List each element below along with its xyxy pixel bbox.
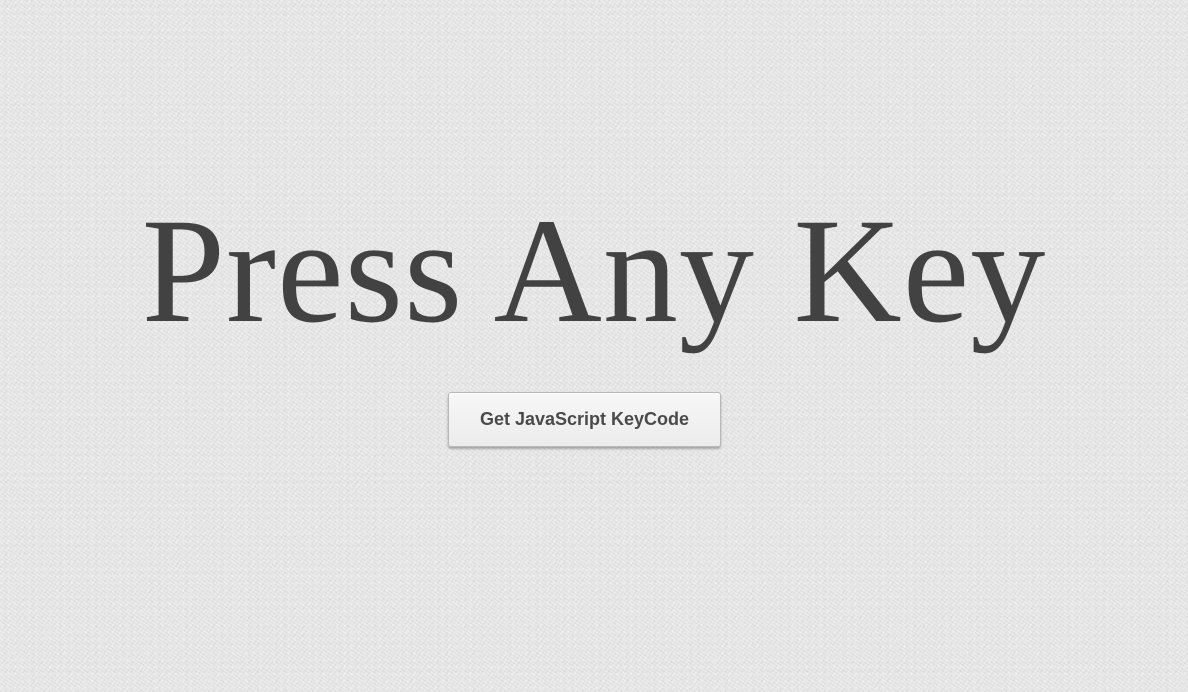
page: Press Any Key Get JavaScript KeyCode: [0, 0, 1188, 692]
get-keycode-button[interactable]: Get JavaScript KeyCode: [448, 392, 721, 447]
press-any-key-heading: Press Any Key: [141, 188, 1047, 354]
